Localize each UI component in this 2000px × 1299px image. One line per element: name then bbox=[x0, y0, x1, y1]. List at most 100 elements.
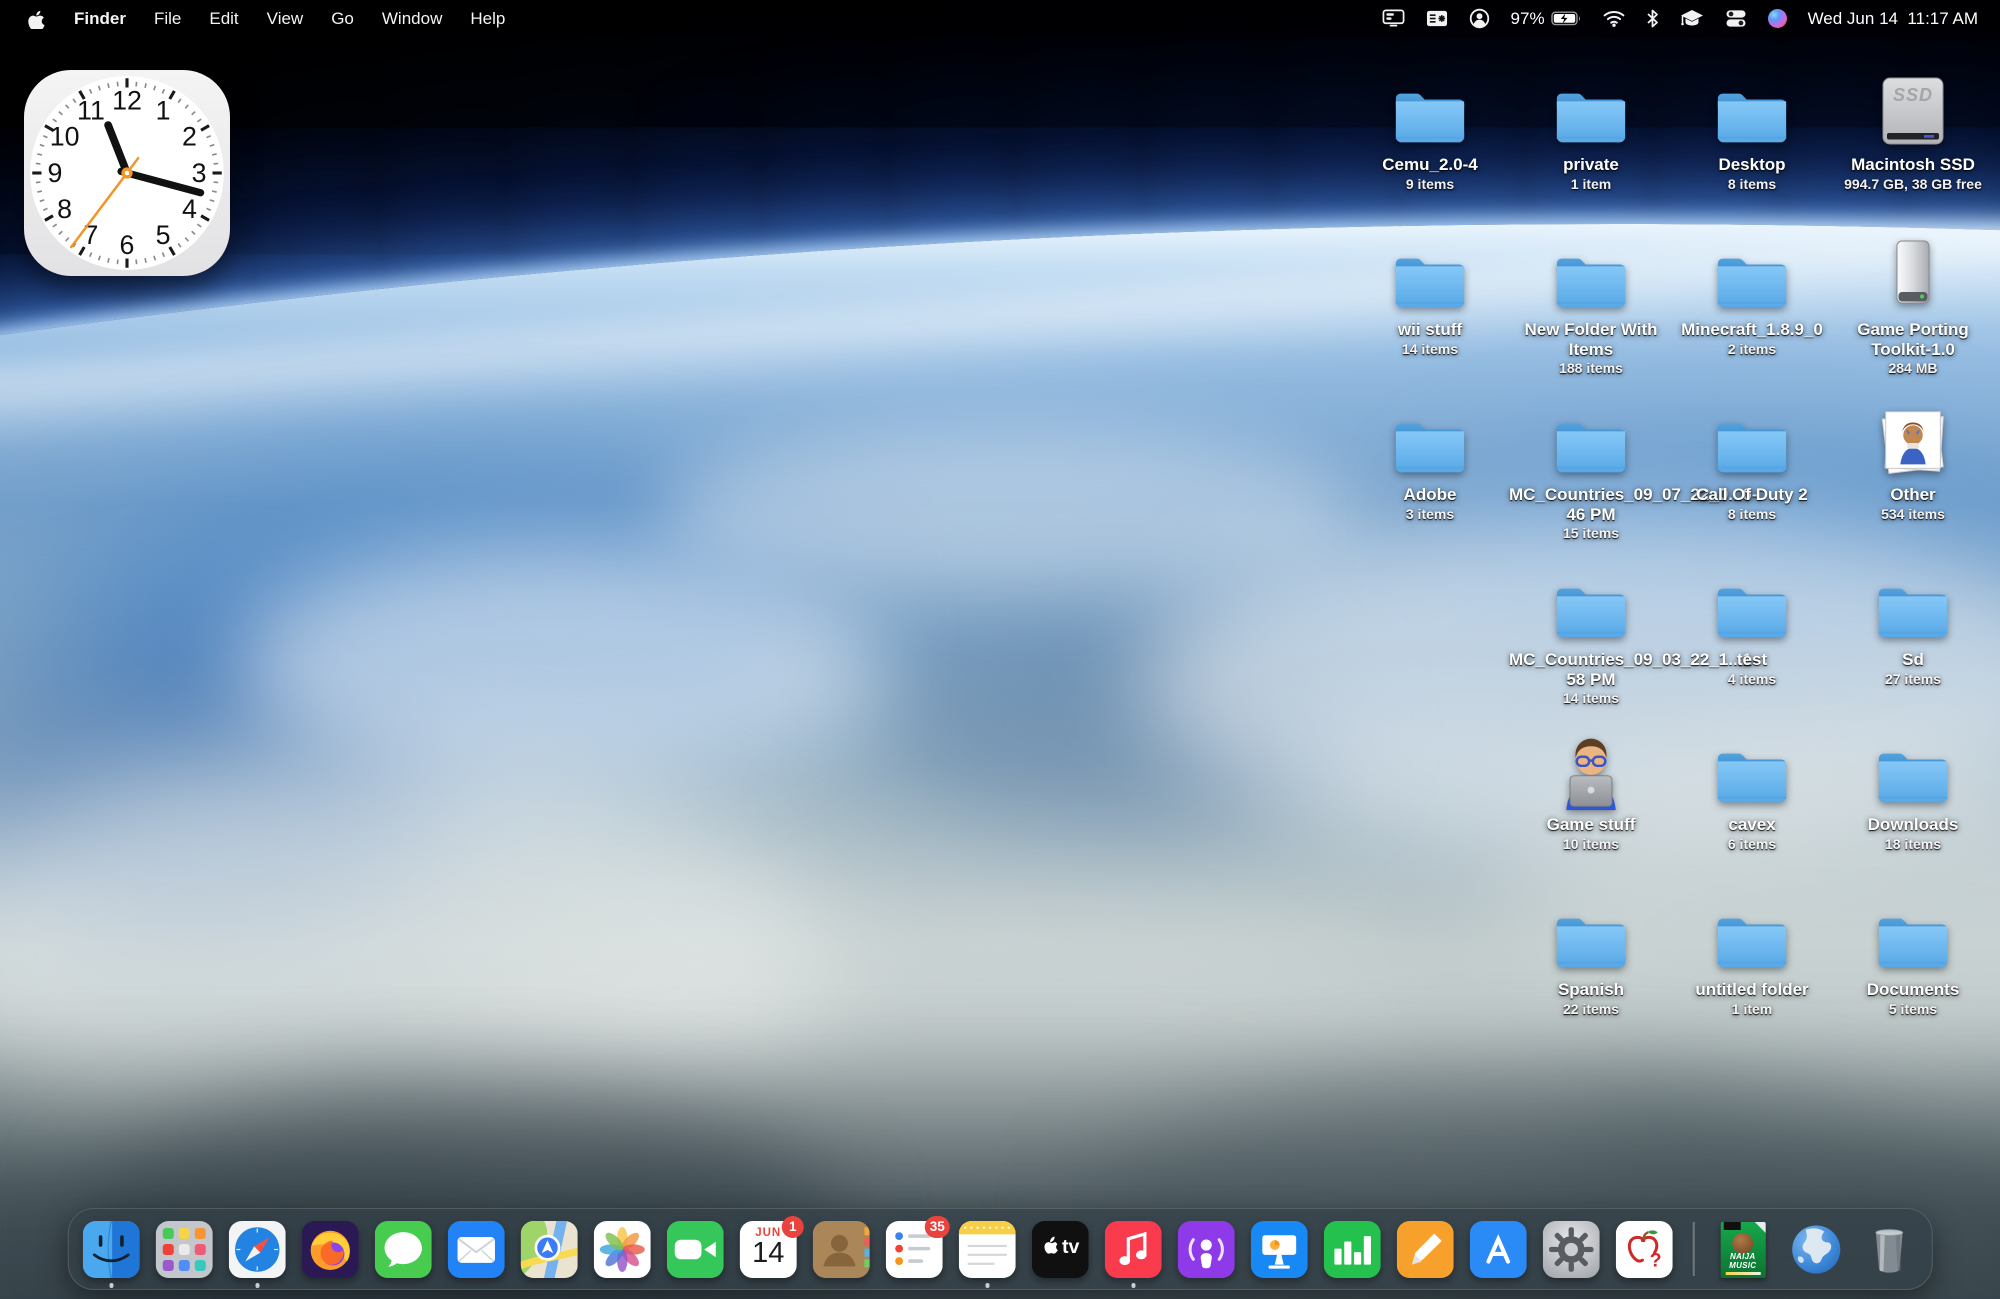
menu-help[interactable]: Help bbox=[470, 9, 505, 29]
photostack-icon bbox=[1831, 400, 1995, 482]
dock-icon-apple-question-app[interactable]: ? bbox=[1615, 1220, 1673, 1278]
control-center-icon[interactable] bbox=[1725, 9, 1747, 28]
dock-icon-firefox[interactable] bbox=[301, 1220, 359, 1278]
svg-text:tv: tv bbox=[1062, 1236, 1080, 1258]
menu-bar-clock[interactable]: Wed Jun 14 11:17 AM bbox=[1808, 9, 1978, 29]
menu-view[interactable]: View bbox=[267, 9, 304, 29]
dock-icon-trash[interactable] bbox=[1860, 1221, 1917, 1278]
classroom-icon[interactable] bbox=[1680, 9, 1704, 28]
dock-icon-photos[interactable] bbox=[593, 1220, 651, 1278]
svg-text:10: 10 bbox=[50, 122, 80, 152]
desktop-icon-desktop[interactable]: Desktop 8 items bbox=[1670, 70, 1834, 192]
dock: JUN 14 1 35 tv? NAIJA MUSIC bbox=[67, 1208, 1933, 1290]
svg-text:2: 2 bbox=[182, 122, 197, 152]
dock-icon-system-settings[interactable] bbox=[1542, 1220, 1600, 1278]
folder-icon bbox=[1509, 235, 1673, 317]
folder-icon bbox=[1348, 70, 1512, 152]
dock-icon-safari[interactable] bbox=[228, 1220, 286, 1288]
dock-divider bbox=[1692, 1222, 1695, 1276]
desktop-icon-mc-countries-09-07-22-0-0-46-pm[interactable]: MC_Countries_09_07_22_0...0-46 PM 15 ite… bbox=[1509, 400, 1758, 541]
desktop-icon-private[interactable]: private 1 item bbox=[1509, 70, 1673, 192]
dock-icon-facetime[interactable] bbox=[666, 1220, 724, 1278]
desktop-icon-untitled-folder[interactable]: untitled folder 1 item bbox=[1670, 895, 1834, 1017]
menu-go[interactable]: Go bbox=[331, 9, 354, 29]
menu-bar-status: 97% Wed Jun 14 11:17 AM bbox=[1382, 8, 2000, 29]
wifi-icon[interactable] bbox=[1603, 10, 1625, 27]
desktop-icon-new-folder-with-items[interactable]: New Folder With Items 188 items bbox=[1509, 235, 1673, 376]
running-indicator bbox=[109, 1283, 114, 1288]
desktop-icon-mc-countries-09-03-22-1-1-58-pm[interactable]: MC_Countries_09_03_22_1...1-58 PM 14 ite… bbox=[1509, 565, 1758, 706]
desktop-icon-macintosh-ssd[interactable]: SSD Macintosh SSD 994.7 GB, 38 GB free bbox=[1831, 70, 1995, 192]
svg-text:11: 11 bbox=[77, 95, 105, 125]
menu-file[interactable]: File bbox=[154, 9, 181, 29]
folder-icon bbox=[1509, 565, 1673, 647]
dock-icon-naija-music-file[interactable]: NAIJA MUSIC bbox=[1714, 1221, 1771, 1278]
running-indicator bbox=[255, 1283, 260, 1288]
running-indicator bbox=[985, 1283, 990, 1288]
dock-icon-globe-document[interactable] bbox=[1787, 1221, 1844, 1278]
desktop-icon-game-porting-toolkit-1-0[interactable]: Game Porting Toolkit-1.0 284 MB bbox=[1831, 235, 1995, 376]
desktop-icon-test[interactable]: test 4 items bbox=[1670, 565, 1834, 687]
desktop-icon-minecraft-1-8-9-0[interactable]: Minecraft_1.8.9_0 2 items bbox=[1670, 235, 1834, 357]
desktop-icon-cavex[interactable]: cavex 6 items bbox=[1670, 730, 1834, 852]
menu-finder[interactable]: Finder bbox=[74, 9, 126, 29]
dock-icon-numbers[interactable] bbox=[1323, 1220, 1381, 1278]
svg-text:12: 12 bbox=[112, 86, 142, 116]
dock-icon-app-store[interactable] bbox=[1469, 1220, 1527, 1278]
desktop-icon-call-of-duty-2[interactable]: Call Of Duty 2 8 items bbox=[1670, 400, 1834, 522]
dock-icon-apple-tv[interactable]: tv bbox=[1031, 1220, 1089, 1278]
folder-icon bbox=[1670, 70, 1834, 152]
desktop-icon-downloads[interactable]: Downloads 18 items bbox=[1831, 730, 1995, 852]
svg-text:4: 4 bbox=[182, 194, 197, 224]
dock-icon-calendar[interactable]: JUN 14 1 bbox=[739, 1215, 804, 1278]
notification-badge: 1 bbox=[781, 1215, 804, 1238]
dock-icon-music[interactable] bbox=[1104, 1220, 1162, 1288]
apple-menu-icon[interactable] bbox=[28, 8, 46, 29]
menu-edit[interactable]: Edit bbox=[209, 9, 238, 29]
bluetooth-icon[interactable] bbox=[1646, 9, 1659, 28]
folder-icon bbox=[1831, 730, 1995, 812]
desktop-icon-sd[interactable]: Sd 27 items bbox=[1831, 565, 1995, 687]
menu-window[interactable]: Window bbox=[382, 9, 442, 29]
desktop-icon-game-stuff[interactable]: Game stuff 10 items bbox=[1509, 730, 1673, 852]
dock-icon-reminders[interactable]: 35 bbox=[885, 1215, 950, 1278]
dock-icon-notes[interactable] bbox=[958, 1220, 1016, 1288]
dock-icon-finder[interactable] bbox=[82, 1220, 140, 1288]
user-account-icon[interactable] bbox=[1469, 8, 1490, 29]
folder-icon bbox=[1509, 70, 1673, 152]
folder-icon bbox=[1348, 400, 1512, 482]
dock-icon-pages[interactable] bbox=[1396, 1220, 1454, 1278]
dock-icon-maps[interactable] bbox=[520, 1220, 578, 1278]
dock-icon-mail[interactable] bbox=[447, 1220, 505, 1278]
folder-icon bbox=[1670, 895, 1834, 977]
desktop-icon-wii-stuff[interactable]: wii stuff 14 items bbox=[1348, 235, 1512, 357]
desktop-icon-other[interactable]: Other 534 items bbox=[1831, 400, 1995, 522]
window-switcher-icon[interactable] bbox=[1426, 9, 1448, 28]
folder-icon bbox=[1670, 565, 1834, 647]
desktop-icon-documents[interactable]: Documents 5 items bbox=[1831, 895, 1995, 1017]
display-mirroring-icon[interactable] bbox=[1382, 8, 1405, 29]
ssd-icon: SSD bbox=[1831, 70, 1995, 152]
svg-text:3: 3 bbox=[192, 158, 207, 188]
battery-indicator[interactable]: 97% bbox=[1511, 9, 1582, 29]
svg-text:7: 7 bbox=[84, 220, 99, 250]
desktop-icon-adobe[interactable]: Adobe 3 items bbox=[1348, 400, 1512, 522]
dock-icon-keynote[interactable] bbox=[1250, 1220, 1308, 1278]
folder-icon bbox=[1509, 895, 1673, 977]
folder-icon bbox=[1670, 235, 1834, 317]
folder-icon bbox=[1509, 400, 1673, 482]
svg-text:8: 8 bbox=[57, 194, 72, 224]
clock-widget[interactable]: 12 1 2 3 4 5 6 7 8 9 10 11 bbox=[24, 70, 230, 276]
memoji-icon bbox=[1509, 730, 1673, 812]
dock-icon-podcasts[interactable] bbox=[1177, 1220, 1235, 1278]
desktop-icon-cemu-2-0-4[interactable]: Cemu_2.0-4 9 items bbox=[1348, 70, 1512, 192]
svg-text:5: 5 bbox=[156, 220, 171, 250]
battery-percent: 97% bbox=[1510, 8, 1545, 28]
macos-desktop: Finder File Edit View Go Window Help 97% bbox=[0, 0, 2000, 1299]
dock-icon-launchpad[interactable] bbox=[155, 1220, 213, 1278]
folder-icon bbox=[1348, 235, 1512, 317]
siri-icon[interactable] bbox=[1767, 9, 1787, 28]
dock-icon-contacts[interactable] bbox=[812, 1220, 870, 1278]
desktop-icon-spanish[interactable]: Spanish 22 items bbox=[1509, 895, 1673, 1017]
dock-icon-messages[interactable] bbox=[374, 1220, 432, 1278]
